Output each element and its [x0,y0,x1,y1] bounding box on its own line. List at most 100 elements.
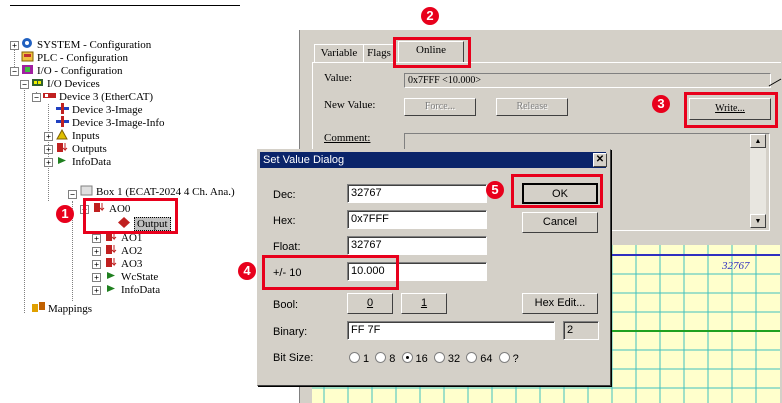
tab-flags[interactable]: Flags [363,44,395,63]
hex-edit-button[interactable]: Hex Edit... [522,293,598,314]
step-badge-2: 2 [421,7,439,25]
tree-toggle[interactable]: + [44,145,53,154]
tree-item-io-config[interactable]: I/O - Configuration [21,64,123,77]
tree-toggle[interactable]: + [44,132,53,141]
tree-item-box1[interactable]: Box 1 (ECAT-2024 4 Ch. Ana.) [80,185,235,198]
tree-item-infodata[interactable]: InfoData [56,155,111,168]
value-field: 0x7FFF <10.000> [404,73,771,88]
binary-count: 2 [563,321,599,340]
tree-toggle[interactable]: − [32,93,41,102]
bitsize-label: Bit Size: [273,352,314,364]
scroll-down-icon[interactable]: ▼ [750,214,766,228]
release-button[interactable]: Release [496,98,568,116]
binary-label: Binary: [273,326,308,338]
tree-item-device3-image-info[interactable]: Device 3-Image-Info [56,116,165,129]
new-value-label: New Value: [324,99,376,111]
value-label: Value: [324,72,353,84]
dec-input[interactable]: 32767 [347,184,487,203]
tree-item-outputs[interactable]: Outputs [56,142,107,155]
bool-0-button[interactable]: 0 [347,293,393,314]
outputs-icon [56,142,69,153]
force-button[interactable]: Force... [404,98,476,116]
io-config-icon [21,64,34,75]
bitsize-radio-8[interactable]: 8 [375,352,395,365]
cancel-button[interactable]: Cancel [522,212,598,233]
comment-scrollbar[interactable]: ▲ ▼ [750,134,766,228]
tree-item-ao2[interactable]: AO2 [105,244,142,257]
step-badge-1: 1 [56,205,74,223]
bitsize-options: 1 8 16 32 64 ? [349,352,519,365]
scroll-up-icon[interactable]: ▲ [750,134,766,148]
tree-toggle[interactable]: − [10,67,19,76]
inputs-icon [56,128,69,140]
infodata-icon [56,155,69,166]
highlight-online-tab [393,37,471,68]
tree-item-mappings[interactable]: Mappings [32,302,92,315]
tree-toggle[interactable]: + [92,260,101,269]
comment-label: Comment: [324,132,371,144]
step-badge-5: 5 [486,181,504,199]
binary-input[interactable]: FF 7F [347,321,555,340]
step-badge-4: 4 [238,262,256,280]
bitsize-radio-16[interactable]: 16 [401,352,428,365]
tree-item-ao3[interactable]: AO3 [105,257,142,270]
highlight-output [83,198,178,234]
tree-toggle[interactable]: + [92,286,101,295]
tree-item-device3-image[interactable]: Device 3-Image [56,103,143,116]
tree-toggle[interactable]: − [20,80,29,89]
hex-input[interactable]: 0x7FFF [347,210,487,229]
radio-icon [433,352,445,363]
system-icon [21,38,34,49]
tree-toggle[interactable]: + [44,158,53,167]
radio-icon [498,352,510,363]
tree-item-infodata-box[interactable]: InfoData [105,283,160,296]
highlight-ok [511,174,603,208]
step-badge-3: 3 [652,95,670,113]
bool-label: Bool: [273,299,299,311]
tree-item-plc[interactable]: PLC - Configuration [21,51,128,64]
radio-selected-icon [401,352,413,363]
header-rule [10,5,240,6]
chart-value-label: 32767 [722,260,750,272]
tree-item-inputs[interactable]: Inputs [56,128,100,142]
mappings-icon [32,302,45,313]
plc-icon [21,51,34,62]
ao-icon [105,257,118,268]
bitsize-radio-32[interactable]: 32 [433,352,460,365]
tree-toggle[interactable]: + [92,273,101,282]
radio-icon [349,352,360,363]
highlight-write [684,92,778,128]
ao-icon [105,244,118,255]
tree-item-io-devices[interactable]: I/O Devices [31,77,100,90]
tree-item-wcstate[interactable]: WcState [105,270,158,283]
float-label: Float: [273,241,301,253]
wcstate-icon [105,270,118,281]
dialog-title: Set Value Dialog [263,154,345,166]
tree-toggle[interactable]: + [10,41,19,50]
dec-label: Dec: [273,189,296,201]
tree-toggle[interactable]: + [92,247,101,256]
infodata-icon [105,283,118,294]
dialog-titlebar: Set Value Dialog ✕ [260,152,607,168]
float-input[interactable]: 32767 [347,236,487,255]
tree-toggle[interactable]: − [68,190,77,199]
highlight-range [262,255,399,290]
tree-item-system[interactable]: SYSTEM - Configuration [21,38,151,51]
close-icon[interactable]: ✕ [593,153,607,167]
tab-variable[interactable]: Variable [314,44,364,63]
ethercat-device-icon [43,90,56,101]
hex-label: Hex: [273,215,296,227]
bool-1-button[interactable]: 1 [401,293,447,314]
bitsize-radio-1[interactable]: 1 [349,352,369,365]
bitsize-radio-64[interactable]: 64 [466,352,493,365]
radio-icon [466,352,478,363]
io-devices-icon [31,77,44,88]
tree-toggle[interactable]: + [92,234,101,243]
radio-icon [375,352,387,363]
bitsize-radio-auto[interactable]: ? [498,352,519,365]
tree-connector [24,80,25,313]
image-icon [56,103,69,114]
box-icon [80,185,93,196]
tree-item-device3[interactable]: Device 3 (EtherCAT) [43,90,153,103]
image-info-icon [56,116,69,127]
